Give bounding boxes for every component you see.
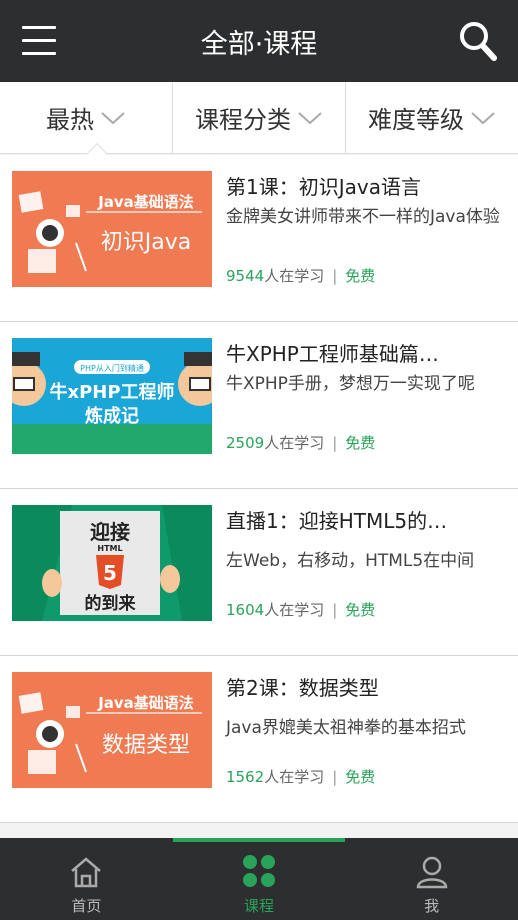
learner-suffix: 人在学习 [264,267,325,285]
bottom-tab-bar: 首页 课程 我 [0,838,518,920]
course-item[interactable]: PHP从入门到精通 牛xPHP工程师 炼成记 牛XPHP工程师基础篇… 牛XPH… [0,322,518,489]
learner-suffix: 人在学习 [264,434,325,452]
course-item[interactable]: Java基础语法 数据类型 第2课：数据类型 Java界媲美太祖神拳的基本招式 … [0,656,518,823]
filter-difficulty[interactable]: 难度等级 [346,82,518,153]
learner-count: 1604 [226,601,265,619]
course-description: 牛XPHP手册，梦想万一实现了呢 [226,374,475,394]
chevron-down-icon [298,111,322,124]
filter-category[interactable]: 课程分类 [173,82,346,153]
meta-separator: | [332,267,338,285]
filter-bar: 最热 课程分类 难度等级 [0,82,518,163]
thumb-tag: Java基础语法 [97,193,194,211]
thumb-tag: PHP从入门到精通 [80,363,144,373]
course-title: 第2课：数据类型 [226,676,379,700]
page-title: 全部·课程 [200,29,318,60]
course-list: Java基础语法 初识Java 第1课：初识Java语言 金牌美女讲师带来不一样… [0,155,518,823]
filter-hot[interactable]: 最热 [0,82,173,163]
thumb-headline: 初识Java [101,230,191,255]
thumb-badge-num: 5 [103,561,117,585]
search-icon[interactable] [458,20,498,62]
thumb-subheadline: 炼成记 [85,405,139,427]
course-title: 牛XPHP工程师基础篇… [226,342,439,366]
learner-suffix: 人在学习 [264,768,325,786]
tab-label: 课程 [244,897,275,915]
price-label: 免费 [345,601,376,619]
course-meta: 1604人在学习 | 免费 [226,599,375,620]
course-item[interactable]: Java基础语法 初识Java 第1课：初识Java语言 金牌美女讲师带来不一样… [0,155,518,322]
course-thumbnail: 迎接 HTML 5 的到来 [12,505,212,621]
meta-separator: | [332,601,338,619]
user-icon [416,856,447,889]
meta-separator: | [332,434,338,452]
learner-count: 9544 [226,267,265,285]
grid-icon [243,855,275,887]
course-description: Java界媲美太祖神拳的基本招式 [226,718,466,738]
top-bar: 全部·课程 [0,0,518,82]
thumb-top: 迎接 [90,520,130,544]
filter-label: 最热 [46,106,94,134]
course-description: 左Web，右移动，HTML5在中间 [226,551,475,571]
chevron-down-icon [471,111,495,124]
thumb-headline: 牛xPHP工程师 [49,381,174,403]
course-thumbnail: Java基础语法 数据类型 [12,672,212,788]
filter-label: 难度等级 [368,106,464,134]
meta-separator: | [332,768,338,786]
thumb-headline: 数据类型 [102,733,190,758]
tab-me[interactable]: 我 [345,838,518,920]
thumb-tag: Java基础语法 [97,694,194,712]
learner-suffix: 人在学习 [264,601,325,619]
tab-label: 首页 [71,897,102,915]
learner-count: 2509 [226,434,265,452]
price-label: 免费 [345,267,376,285]
thumb-badge-text: HTML [97,544,122,553]
course-description: 金牌美女讲师带来不一样的Java体验 [226,207,500,227]
home-icon [71,857,102,888]
course-title: 直播1：迎接HTML5的… [226,509,448,533]
filter-label: 课程分类 [195,106,291,134]
tab-courses[interactable]: 课程 [172,838,346,920]
course-item[interactable]: 迎接 HTML 5 的到来 直播1：迎接HTML5的… 左Web，右移动，HTM… [0,489,518,656]
chevron-down-icon [101,111,125,124]
course-title: 第1课：初识Java语言 [226,175,421,199]
course-meta: 1562人在学习 | 免费 [226,766,375,787]
course-meta: 2509人在学习 | 免费 [226,432,375,453]
price-label: 免费 [345,434,376,452]
price-label: 免费 [345,768,376,786]
course-thumbnail: PHP从入门到精通 牛xPHP工程师 炼成记 [12,338,212,454]
course-meta: 9544人在学习 | 免费 [226,265,375,286]
thumb-bottom: 的到来 [85,593,137,614]
course-thumbnail: Java基础语法 初识Java [12,171,212,287]
tab-home[interactable]: 首页 [0,838,173,920]
learner-count: 1562 [226,768,265,786]
tab-label: 我 [424,897,440,915]
